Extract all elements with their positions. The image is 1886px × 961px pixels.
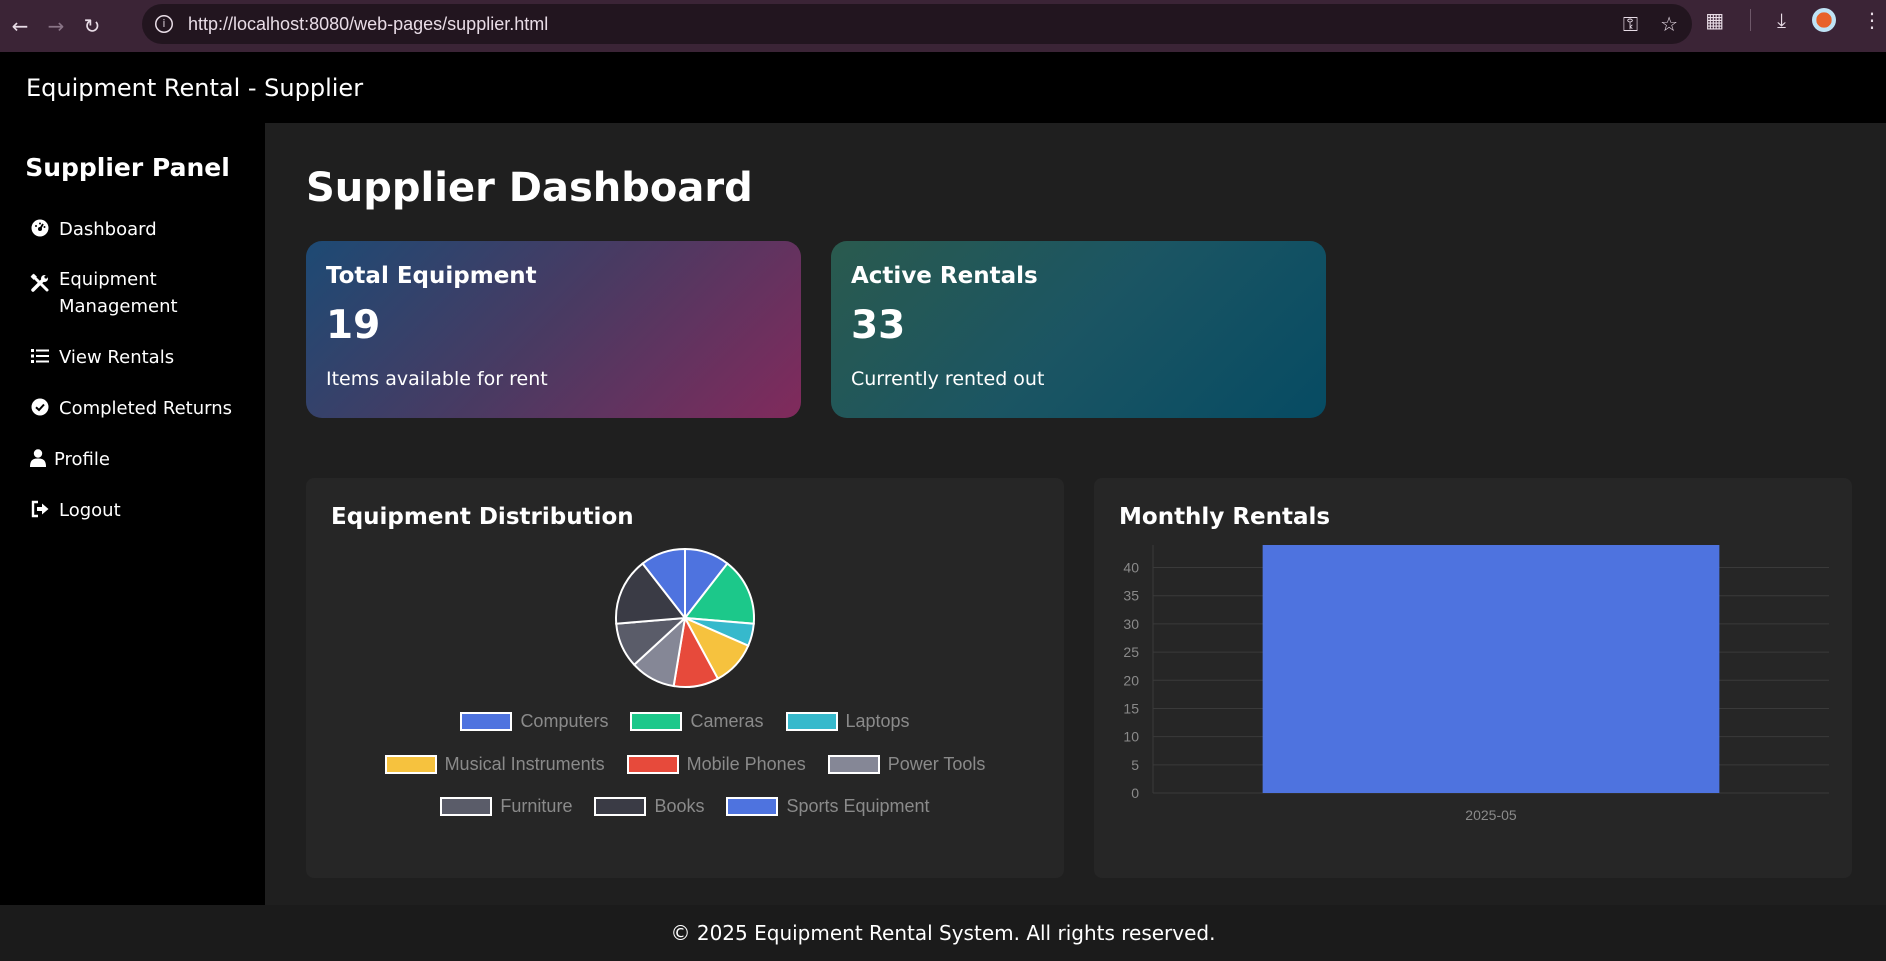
footer: © 2025 Equipment Rental System. All righ… xyxy=(0,905,1886,961)
chart-title: Monthly Rentals xyxy=(1119,504,1331,530)
legend-row: Furniture Books Sports Equipment xyxy=(306,796,1064,817)
legend-swatch xyxy=(384,755,437,774)
sidebar-item-completed-returns[interactable]: Completed Returns xyxy=(30,395,232,422)
sidebar-item-label: Logout xyxy=(59,500,121,521)
sidebar-item-label: View Rentals xyxy=(59,347,175,368)
legend-label: Books xyxy=(654,796,705,816)
legend-swatch xyxy=(827,755,880,774)
profile-avatar[interactable] xyxy=(1812,8,1836,32)
y-tick-label: 25 xyxy=(1123,644,1139,660)
main-content: Supplier Dashboard Total Equipment 19 It… xyxy=(265,123,1886,905)
toolbar-divider xyxy=(1750,9,1752,31)
browser-toolbar: ← → ↻ i http://localhost:8080/web-pages/… xyxy=(0,0,1886,52)
bar-chart[interactable]: 0 5 10 15 20 25 30 35 40 2025-05 xyxy=(1094,538,1852,878)
legend-swatch xyxy=(726,797,779,816)
logout-icon xyxy=(30,499,50,519)
sidebar-item-label: Equipment Management xyxy=(59,269,178,317)
legend-label: Computers xyxy=(520,711,609,731)
pie-chart[interactable] xyxy=(306,538,1064,778)
stat-card-active-rentals: Active Rentals 33 Currently rented out xyxy=(831,241,1326,418)
legend-row: Musical Instruments Mobile Phones Power To… xyxy=(306,754,1064,775)
chart-title: Equipment Distribution xyxy=(331,504,634,530)
page-title: Supplier Dashboard xyxy=(306,165,753,211)
address-bar[interactable]: i http://localhost:8080/web-pages/suppli… xyxy=(142,4,1692,44)
legend-item[interactable]: Power Tools xyxy=(827,754,986,775)
legend-label: Musical Instruments xyxy=(444,754,605,774)
back-arrow-icon[interactable]: ← xyxy=(2,8,38,44)
legend-swatch xyxy=(626,755,679,774)
legend-item[interactable]: Computers xyxy=(460,711,608,732)
bar-2025-05[interactable] xyxy=(1262,545,1720,793)
legend-swatch xyxy=(460,712,513,731)
legend-item[interactable]: Cameras xyxy=(630,711,764,732)
star-icon[interactable]: ☆ xyxy=(1660,12,1678,36)
legend-item[interactable]: Musical Instruments xyxy=(384,754,605,775)
gauge-icon xyxy=(30,218,50,238)
stat-card-total-equipment: Total Equipment 19 Items available for r… xyxy=(306,241,801,418)
reload-icon[interactable]: ↻ xyxy=(74,8,110,44)
legend-swatch xyxy=(594,797,647,816)
user-icon xyxy=(30,448,46,468)
sidebar-item-dashboard[interactable]: Dashboard xyxy=(30,216,157,243)
legend-item[interactable]: Furniture xyxy=(440,796,572,817)
tools-icon xyxy=(30,273,50,293)
legend-label: Furniture xyxy=(500,796,573,816)
sidebar-item-label: Dashboard xyxy=(59,219,157,240)
legend-swatch xyxy=(630,712,683,731)
y-tick-label: 35 xyxy=(1123,588,1139,604)
legend-label: Sports Equipment xyxy=(786,796,930,816)
legend-label: Power Tools xyxy=(887,754,986,774)
y-tick-label: 20 xyxy=(1123,672,1139,688)
legend-item[interactable]: Laptops xyxy=(785,711,910,732)
legend-swatch xyxy=(785,712,838,731)
sidebar-item-view-rentals[interactable]: View Rentals xyxy=(30,344,174,371)
y-tick-label: 10 xyxy=(1123,729,1139,745)
y-tick-label: 15 xyxy=(1123,700,1139,716)
app-title: Equipment Rental - Supplier xyxy=(26,73,364,102)
y-tick-label: 40 xyxy=(1123,560,1139,576)
card-title: Total Equipment xyxy=(326,263,537,289)
forward-arrow-icon[interactable]: → xyxy=(38,8,74,44)
card-title: Active Rentals xyxy=(851,263,1038,289)
y-tick-label: 5 xyxy=(1131,757,1139,773)
check-circle-icon xyxy=(30,397,50,417)
sidebar-item-logout[interactable]: Logout xyxy=(30,497,121,524)
legend-item[interactable]: Books xyxy=(594,796,704,817)
monthly-rentals-card: Monthly Rentals 0 5 10 15 20 25 30 35 40 2025-05 xyxy=(1094,478,1852,878)
key-icon[interactable]: ⚿ xyxy=(1623,12,1638,36)
list-icon xyxy=(30,346,50,366)
card-value: 33 xyxy=(851,303,906,348)
sidebar-item-label: Profile xyxy=(54,449,110,470)
x-tick-label: 2025-05 xyxy=(1465,807,1517,823)
legend-item[interactable]: Mobile Phones xyxy=(626,754,806,775)
legend-row: Computers Cameras Laptops xyxy=(306,711,1064,732)
sidebar-item-equipment-management[interactable]: Equipment Management xyxy=(30,266,220,320)
card-description: Currently rented out xyxy=(851,368,1045,390)
legend-label: Laptops xyxy=(845,711,910,731)
legend-swatch xyxy=(440,797,493,816)
site-info-icon[interactable]: i xyxy=(155,15,173,33)
legend-item[interactable]: Sports Equipment xyxy=(726,796,930,817)
app-header: Equipment Rental - Supplier xyxy=(0,52,1886,123)
sidebar-title: Supplier Panel xyxy=(25,153,230,182)
y-tick-label: 0 xyxy=(1131,785,1139,801)
url-text[interactable]: http://localhost:8080/web-pages/supplier… xyxy=(188,14,548,35)
sidebar-item-profile[interactable]: Profile xyxy=(30,446,110,473)
y-tick-label: 30 xyxy=(1123,616,1139,632)
sidebar: Supplier Panel Dashboard Equipment Manag… xyxy=(0,123,265,905)
menu-kebab-icon[interactable]: ⋮ xyxy=(1862,8,1882,32)
legend-label: Cameras xyxy=(690,711,764,731)
extensions-icon[interactable]: ▦ xyxy=(1705,8,1724,32)
card-value: 19 xyxy=(326,303,381,348)
download-icon[interactable]: ⤓ xyxy=(1777,8,1786,32)
card-description: Items available for rent xyxy=(326,368,548,390)
legend-label: Mobile Phones xyxy=(686,754,806,774)
sidebar-item-label: Completed Returns xyxy=(59,398,233,419)
equipment-distribution-card: Equipment Distribution Computers Cameras L… xyxy=(306,478,1064,878)
footer-text: © 2025 Equipment Rental System. All righ… xyxy=(670,921,1216,945)
